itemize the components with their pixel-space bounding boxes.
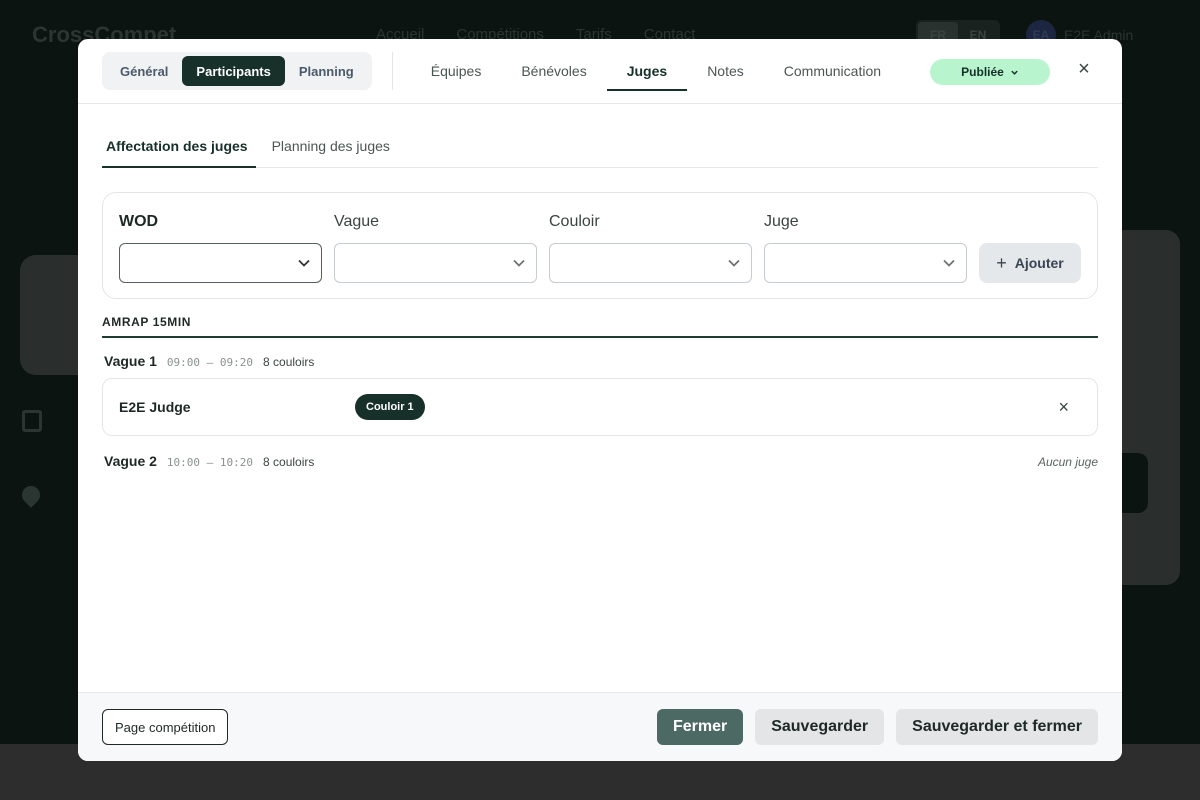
wod-label: WOD — [119, 213, 159, 230]
wave-field: Vague — [334, 213, 537, 298]
no-judge-label: Aucun juge — [1037, 455, 1098, 469]
wave-select[interactable] — [334, 243, 537, 283]
close-button[interactable]: Fermer — [656, 709, 744, 745]
chevron-down-icon — [728, 259, 740, 267]
participant-tabs: Équipes Bénévoles Juges Notes Communicat… — [411, 39, 901, 103]
wod-title: AMRAP 15MIN — [102, 315, 1098, 338]
section-switch: Général Participants Planning — [102, 52, 372, 90]
modal-body: Affectation des juges Planning des juges… — [78, 104, 1122, 692]
judge-select[interactable] — [764, 243, 967, 283]
chevron-down-icon — [1011, 70, 1018, 75]
competition-modal: Général Participants Planning Équipes Bé… — [78, 39, 1122, 761]
chevron-down-icon — [513, 259, 525, 267]
close-icon[interactable]: × — [1072, 57, 1096, 81]
subtab-judge-assignment[interactable]: Affectation des juges — [102, 138, 256, 168]
tab-notes[interactable]: Notes — [687, 39, 764, 103]
tab-teams[interactable]: Équipes — [411, 39, 502, 103]
chevron-down-icon — [943, 259, 955, 267]
wave-header: Vague 1 09:00 – 09:20 8 couloirs — [102, 353, 1098, 369]
status-dropdown[interactable]: Publiée — [930, 59, 1050, 85]
wave-header: Vague 2 10:00 – 10:20 8 couloirs Aucun j… — [102, 453, 1098, 469]
lane-badge: Couloir 1 — [355, 394, 425, 420]
lane-select[interactable] — [549, 243, 752, 283]
save-button[interactable]: Sauvegarder — [755, 709, 885, 745]
segment-participants[interactable]: Participants — [182, 56, 285, 86]
wave-name: Vague 2 — [104, 453, 157, 469]
judge-assignment-row: E2E Judge Couloir 1 × — [102, 378, 1098, 436]
save-and-close-button[interactable]: Sauvegarder et fermer — [896, 709, 1098, 745]
plus-icon: + — [996, 253, 1007, 273]
wave-label: Vague — [334, 213, 380, 230]
remove-assignment-icon[interactable]: × — [1058, 397, 1069, 418]
judge-subtabs: Affectation des juges Planning des juges — [102, 104, 1098, 168]
subtab-judge-planning[interactable]: Planning des juges — [268, 138, 394, 167]
wod-field: WOD — [119, 213, 322, 298]
assignment-form: WOD Vague Couloir Juge + Ajouter — [102, 192, 1098, 299]
lane-field: Couloir — [549, 213, 752, 298]
segment-planning[interactable]: Planning — [285, 56, 368, 86]
chevron-down-icon — [298, 259, 310, 267]
wod-select[interactable] — [119, 243, 322, 283]
wave-time: 09:00 – 09:20 — [166, 356, 254, 369]
wave-lanes: 8 couloirs — [263, 455, 315, 469]
competition-page-button[interactable]: Page compétition — [102, 709, 229, 745]
calendar-icon — [22, 410, 42, 432]
tab-judges[interactable]: Juges — [606, 39, 688, 103]
add-judge-button[interactable]: + Ajouter — [979, 243, 1081, 283]
status-label: Publiée — [961, 65, 1004, 79]
location-pin-icon — [18, 482, 44, 508]
modal-header: Général Participants Planning Équipes Bé… — [78, 39, 1122, 104]
lane-label: Couloir — [549, 213, 600, 230]
footer-actions: Fermer Sauvegarder Sauvegarder et fermer — [656, 709, 1098, 745]
judge-label: Juge — [764, 213, 799, 230]
add-label: Ajouter — [1014, 255, 1064, 271]
tab-communication[interactable]: Communication — [764, 39, 901, 103]
header-divider — [391, 52, 393, 90]
modal-footer: Page compétition Fermer Sauvegarder Sauv… — [78, 692, 1122, 761]
wave-time: 10:00 – 10:20 — [166, 456, 254, 469]
judge-field: Juge — [764, 213, 967, 298]
segment-general[interactable]: Général — [106, 56, 182, 86]
wave-name: Vague 1 — [104, 353, 157, 369]
tab-volunteers[interactable]: Bénévoles — [501, 39, 606, 103]
judge-name: E2E Judge — [119, 399, 191, 415]
wave-lanes: 8 couloirs — [263, 355, 315, 369]
